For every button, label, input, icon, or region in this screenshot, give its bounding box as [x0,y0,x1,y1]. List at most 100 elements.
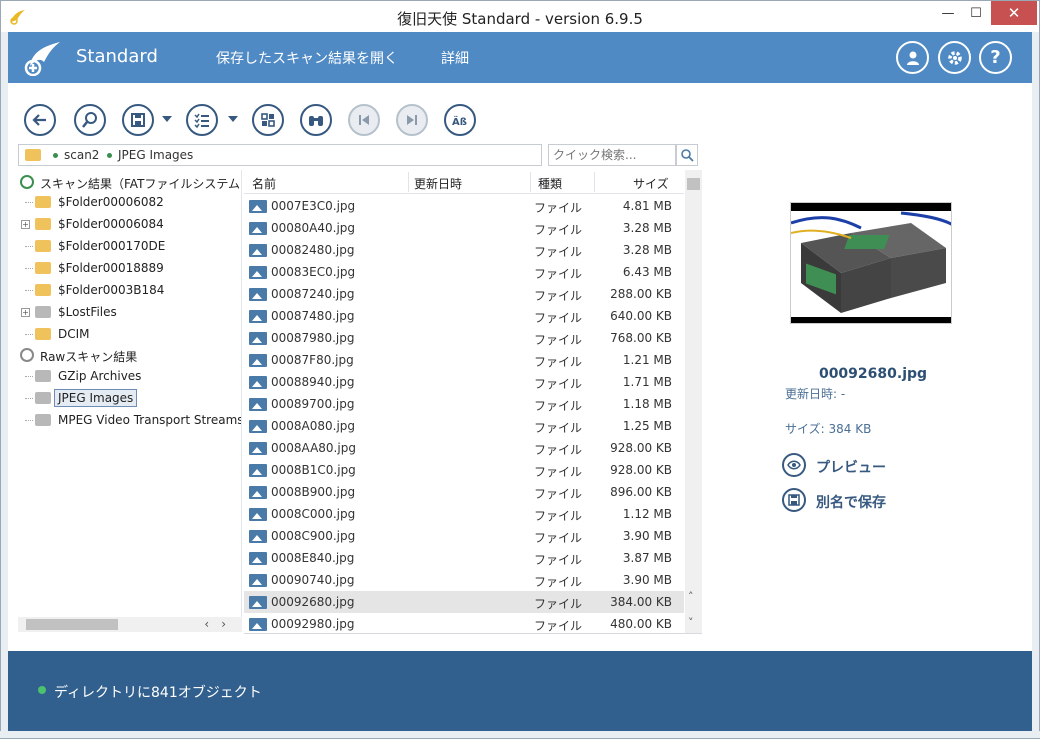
user-button[interactable] [896,41,929,74]
breadcrumb-item[interactable]: scan2 [53,148,99,162]
column-separator[interactable] [594,172,595,192]
file-size: 4.81 MB [622,199,672,213]
file-type: ファイル [534,355,583,369]
file-size: 928.00 KB [610,463,672,477]
image-file-icon [249,486,267,499]
column-size[interactable]: サイズ [633,175,669,192]
folder-icon [35,306,51,318]
tree-item-folder[interactable]: $Folder00018889 [18,258,241,278]
tree-item-folder[interactable]: + $Folder00006084 [18,214,241,234]
table-row[interactable]: 00087480.jpg ファイル 640.00 KB [244,305,684,327]
file-type: ファイル [534,575,583,589]
table-row[interactable]: 00088940.jpg ファイル 1.71 MB [244,371,684,393]
tree-item-dcim[interactable]: DCIM [18,324,241,344]
file-type: ファイル [534,289,583,303]
table-row[interactable]: 00087240.jpg ファイル 288.00 KB [244,283,684,305]
file-size: 3.87 MB [622,551,672,565]
table-row[interactable]: 00089700.jpg ファイル 1.18 MB [244,393,684,415]
breadcrumb-item[interactable]: JPEG Images [107,148,193,162]
file-size: 896.00 KB [610,485,672,499]
window-frame-bottom [0,731,1040,739]
save-button[interactable] [122,104,154,136]
column-separator[interactable] [530,172,531,192]
column-name[interactable]: 名前 [252,175,276,192]
tree-root-raw-results[interactable]: Rawスキャン結果 [18,345,241,365]
tree-horizontal-scrollbar[interactable]: ‹› [18,617,242,632]
file-size: 1.18 MB [622,397,672,411]
text-search-button[interactable]: Äß [444,104,476,136]
file-name: 00090740.jpg [271,573,355,587]
tree-item-folder[interactable]: $Folder000170DE [18,236,241,256]
table-row[interactable]: 00080A40.jpg ファイル 3.28 MB [244,217,684,239]
tree-item-jpeg[interactable]: JPEG Images [18,388,241,408]
table-row[interactable]: 00083EC0.jpg ファイル 6.43 MB [244,261,684,283]
open-saved-scan-link[interactable]: 保存したスキャン結果を開く [216,48,398,68]
help-button[interactable]: ? [979,41,1012,74]
table-row[interactable]: 00092980.jpg ファイル 480.00 KB [244,613,684,633]
file-size: 288.00 KB [610,287,672,301]
tree-item-folder[interactable]: $Folder00006082 [18,192,241,212]
next-button[interactable] [396,104,428,136]
image-file-icon [249,376,267,389]
breadcrumb[interactable]: scan2 JPEG Images [18,144,542,166]
file-size: 6.43 MB [622,265,672,279]
table-row[interactable]: 00090740.jpg ファイル 3.90 MB [244,569,684,591]
table-row[interactable]: 0008C900.jpg ファイル 3.90 MB [244,525,684,547]
tree-line [25,376,33,377]
scan-pie-icon [20,175,34,189]
back-button[interactable] [24,104,56,136]
file-name: 00082480.jpg [271,243,355,257]
tree-item-mpeg[interactable]: MPEG Video Transport Streams [18,410,241,430]
select-dropdown-caret[interactable] [228,116,238,122]
expand-icon[interactable]: + [21,220,30,229]
table-row[interactable]: 0007E3C0.jpg ファイル 4.81 MB [244,195,684,217]
scrollbar-thumb[interactable] [26,619,118,630]
expand-icon[interactable]: + [21,308,30,317]
table-row[interactable]: 0008B900.jpg ファイル 896.00 KB [244,481,684,503]
table-row[interactable]: 0008E840.jpg ファイル 3.87 MB [244,547,684,569]
table-row[interactable]: 00082480.jpg ファイル 3.28 MB [244,239,684,261]
maximize-button[interactable]: ☐ [961,1,991,25]
scan-search-button[interactable] [74,104,106,136]
tree-line [25,290,33,291]
table-row[interactable]: 0008A080.jpg ファイル 1.25 MB [244,415,684,437]
file-size: 3.28 MB [622,221,672,235]
tree-item-gzip[interactable]: GZip Archives [18,366,241,386]
details-link[interactable]: 詳細 [441,48,469,68]
file-type: ファイル [534,223,583,237]
scrollbar-thumb[interactable] [687,178,700,190]
minimize-button[interactable]: — [933,1,963,25]
column-separator[interactable] [408,172,409,192]
status-bar: ディレクトリに841オブジェクト [8,651,1032,731]
scroll-arrows-icon[interactable]: ‹› [204,617,238,631]
floppy-icon [131,113,145,127]
file-list-vertical-scrollbar[interactable]: ˄ ˅ [685,170,702,633]
table-row[interactable]: 00087F80.jpg ファイル 1.21 MB [244,349,684,371]
save-dropdown-caret[interactable] [162,116,172,122]
column-modified[interactable]: 更新日時 [414,175,462,192]
find-button[interactable] [300,104,332,136]
table-row[interactable]: 0008AA80.jpg ファイル 928.00 KB [244,437,684,459]
view-mode-button[interactable] [252,104,284,136]
image-file-icon [249,244,267,257]
table-row[interactable]: 00092680.jpg ファイル 384.00 KB [244,591,684,613]
column-type[interactable]: 種類 [538,175,562,192]
quick-search-input[interactable] [548,144,676,166]
select-list-button[interactable] [186,104,218,136]
close-button[interactable]: ✕ [991,1,1037,25]
binoculars-icon [309,116,323,126]
search-button[interactable] [676,144,698,166]
file-type: ファイル [534,553,583,567]
table-row[interactable]: 0008C000.jpg ファイル 1.12 MB [244,503,684,525]
image-file-icon [249,552,267,565]
tree-root-scan-results[interactable]: スキャン結果（FATファイルシステム [18,172,241,192]
scroll-up-icon[interactable]: ˄ [688,590,694,603]
tree-item-folder[interactable]: $Folder0003B184 [18,280,241,300]
settings-button[interactable] [938,41,971,74]
table-row[interactable]: 0008B1C0.jpg ファイル 928.00 KB [244,459,684,481]
table-row[interactable]: 00087980.jpg ファイル 768.00 KB [244,327,684,349]
file-name: 00092680.jpg [271,595,355,609]
scroll-down-icon[interactable]: ˅ [688,616,694,629]
tree-item-lostfiles[interactable]: + $LostFiles [18,302,241,322]
previous-button[interactable] [348,104,380,136]
